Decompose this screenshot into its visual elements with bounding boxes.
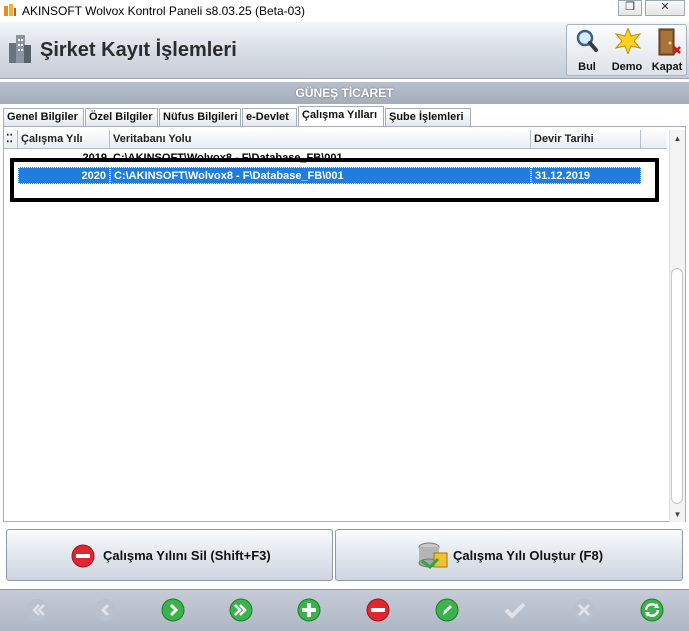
tab-label: Genel Bilgiler [7, 111, 78, 123]
tab-calisma-yillari[interactable]: Çalışma Yılları [298, 106, 384, 127]
next-record-icon[interactable] [161, 598, 185, 622]
close-form-button[interactable]: Kapat [647, 25, 687, 75]
header-toolbar: Bul Demo Kapat [566, 24, 687, 76]
tab-label: Nüfus Bilgileri [163, 111, 238, 123]
tab-label: Şube İşlemleri [389, 111, 464, 123]
door-exit-icon [658, 28, 681, 56]
tab-label: Özel Bilgiler [89, 111, 153, 123]
column-header-label: Çalışma Yılı [21, 133, 83, 145]
restore-icon: ❐ [625, 1, 635, 13]
company-buildings-icon [9, 35, 31, 63]
scroll-down-icon[interactable]: ▼ [670, 508, 685, 522]
find-label: Bul [578, 61, 596, 73]
create-year-label: Çalışma Yılı Oluştur (F8) [453, 548, 604, 563]
tab-ozel-bilgiler[interactable]: Özel Bilgiler [85, 108, 158, 126]
column-options-icon[interactable]: ⁚⁚ [4, 130, 18, 148]
column-header-path[interactable]: Veritabanı Yolu [110, 130, 531, 148]
scroll-up-icon[interactable]: ▲ [670, 132, 685, 146]
demo-button[interactable]: Demo [607, 25, 647, 75]
company-name: GÜNEŞ TİCARET [295, 86, 394, 100]
previous-record-icon[interactable] [93, 598, 117, 622]
annotation-highlight-box [10, 158, 659, 202]
app-icon [4, 4, 16, 16]
delete-year-label: Çalışma Yılını Sil (Shift+F3) [103, 548, 271, 563]
column-header-label: Devir Tarihi [534, 133, 594, 145]
refresh-icon[interactable] [640, 598, 664, 622]
page-title: Şirket Kayıt İşlemleri [40, 39, 237, 61]
company-banner: GÜNEŞ TİCARET [0, 82, 689, 104]
edit-record-icon[interactable] [435, 598, 459, 622]
vertical-scrollbar[interactable]: ▲ ▼ [669, 130, 685, 522]
grid-header: ⁚⁚ Çalışma Yılı Veritabanı Yolu Devir Ta… [4, 130, 667, 149]
demo-label: Demo [611, 61, 643, 73]
record-navigation-bar [0, 589, 689, 631]
tab-genel-bilgiler[interactable]: Genel Bilgiler [3, 108, 84, 126]
close-form-label: Kapat [651, 61, 683, 73]
tab-label: e-Devlet [246, 111, 289, 123]
restore-button[interactable]: ❐ [618, 0, 642, 16]
find-button[interactable]: Bul [567, 25, 607, 75]
magnifier-icon [576, 29, 598, 52]
scroll-thumb[interactable] [671, 268, 683, 504]
window-title: AKINSOFT Wolvox Kontrol Paneli s8.03.25 … [22, 4, 306, 18]
delete-year-button[interactable]: Çalışma Yılını Sil (Shift+F3) [6, 529, 333, 581]
column-header-date[interactable]: Devir Tarihi [531, 130, 641, 148]
cancel-record-icon[interactable] [572, 598, 596, 622]
close-button[interactable]: ✕ [645, 0, 685, 16]
last-record-icon[interactable] [229, 598, 253, 622]
tab-e-devlet[interactable]: e-Devlet [242, 108, 297, 126]
create-year-button[interactable]: Çalışma Yılı Oluştur (F8) [335, 529, 683, 581]
save-record-icon[interactable] [503, 598, 527, 622]
database-create-icon [418, 542, 448, 569]
delete-record-icon[interactable] [366, 598, 390, 622]
starburst-icon [615, 28, 641, 54]
close-icon: ✕ [660, 1, 670, 13]
add-record-icon[interactable] [297, 598, 321, 622]
column-header-year[interactable]: Çalışma Yılı [18, 130, 110, 148]
tab-sube-islemleri[interactable]: Şube İşlemleri [385, 108, 471, 126]
tab-nufus-bilgileri[interactable]: Nüfus Bilgileri [159, 108, 241, 126]
minus-circle-icon [71, 544, 95, 568]
tab-label: Çalışma Yılları [302, 109, 378, 121]
first-record-icon[interactable] [25, 598, 49, 622]
column-header-label: Veritabanı Yolu [113, 133, 192, 145]
window-titlebar: AKINSOFT Wolvox Kontrol Paneli s8.03.25 … [0, 0, 689, 23]
